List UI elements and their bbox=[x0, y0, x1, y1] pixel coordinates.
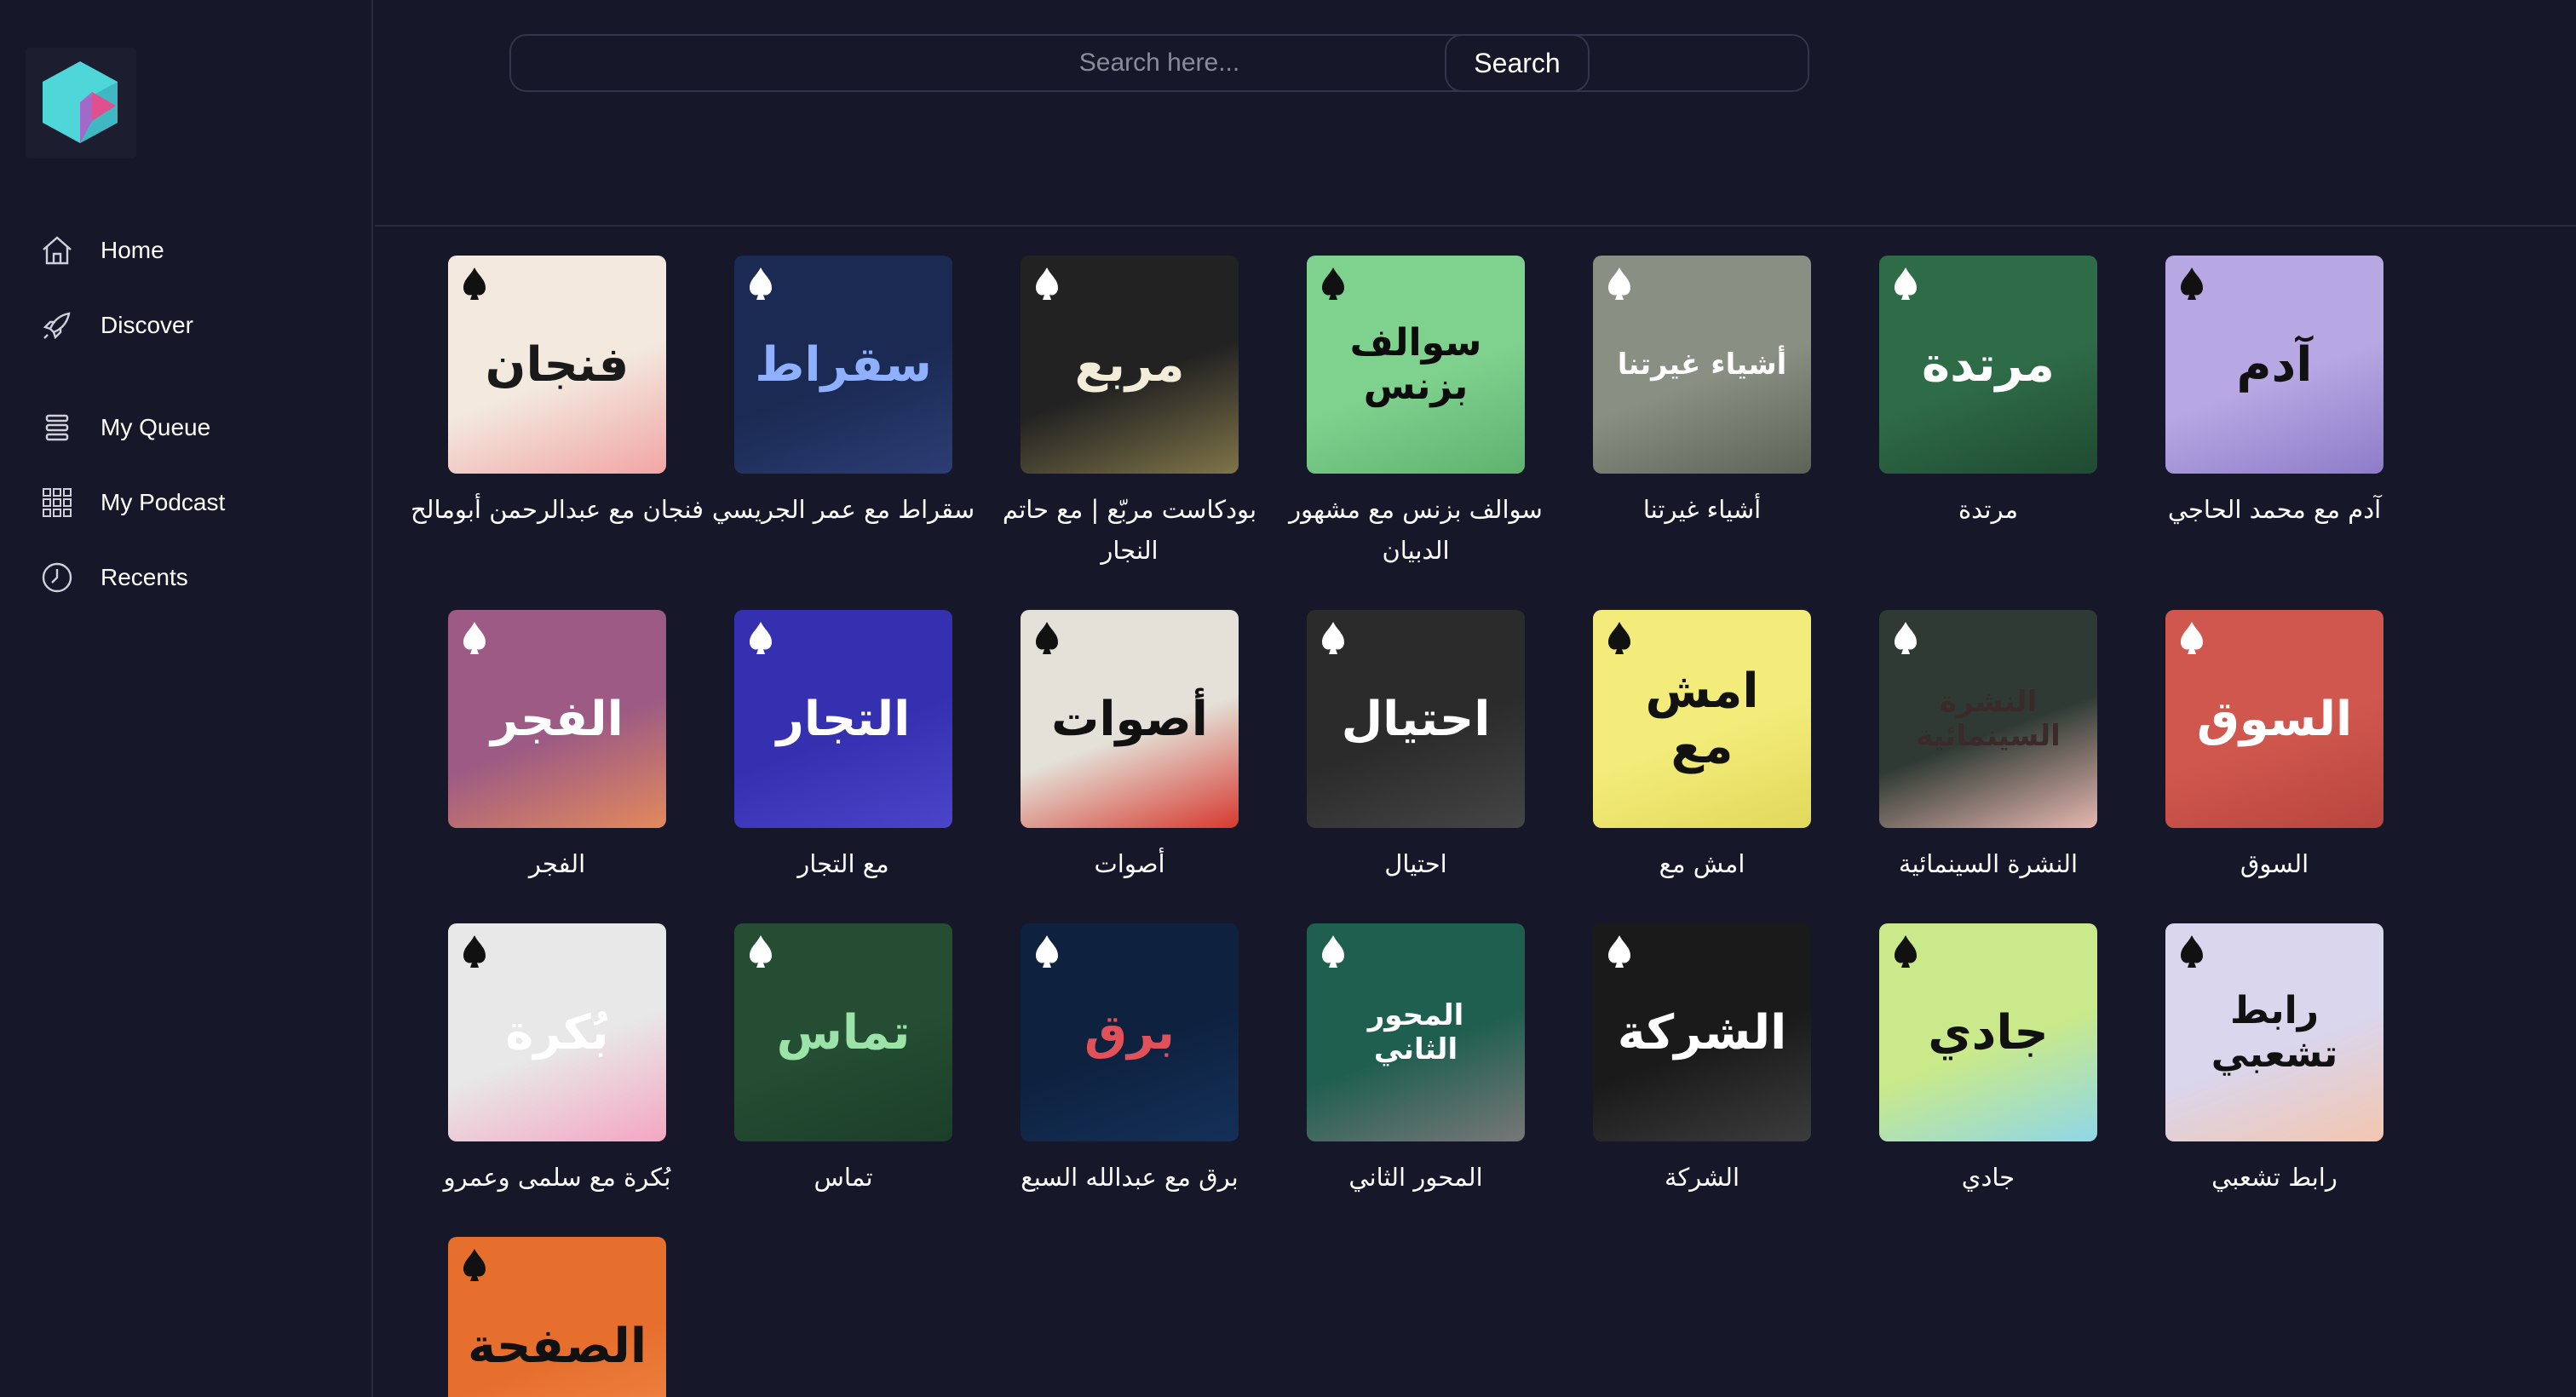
podcast-title[interactable]: برق مع عبدالله السبع bbox=[980, 1157, 1279, 1198]
podcast-title[interactable]: المحور الثاني bbox=[1266, 1157, 1566, 1198]
podcast-cover[interactable]: احتيال bbox=[1307, 610, 1525, 828]
podcast-badge-icon bbox=[1608, 935, 1630, 968]
podcast-title[interactable]: جادي bbox=[1838, 1157, 2138, 1198]
podcast-title[interactable]: احتيال bbox=[1266, 843, 1566, 884]
podcast-cover[interactable]: امش مع bbox=[1593, 610, 1811, 828]
podcast-badge-icon bbox=[750, 935, 772, 968]
podcast-cover[interactable]: جادي bbox=[1879, 923, 2097, 1141]
top-bar: Search bbox=[375, 0, 2576, 227]
podcast-title[interactable]: مع التجار bbox=[693, 843, 993, 884]
podcast-badge-icon bbox=[1322, 935, 1344, 968]
podcast-title[interactable]: أشياء غيرتنا bbox=[1552, 489, 1852, 530]
podcast-cover[interactable]: السوق bbox=[2165, 610, 2383, 828]
podcast-title[interactable]: أصوات bbox=[980, 843, 1279, 884]
podcast-badge-icon bbox=[1608, 267, 1630, 300]
search-button[interactable]: Search bbox=[1445, 34, 1590, 92]
podcast-cover[interactable]: الشركة bbox=[1593, 923, 1811, 1141]
podcast-badge-icon bbox=[1322, 267, 1344, 300]
podcast-badge-icon bbox=[1608, 622, 1630, 654]
podcast-title[interactable]: بودكاست مربّع | مع حاتم النجار bbox=[980, 489, 1279, 571]
podcast-badge-icon bbox=[750, 267, 772, 300]
podcast-title[interactable]: بُكرة مع سلمى وعمرو bbox=[407, 1157, 707, 1198]
podcast-title[interactable]: آدم مع محمد الحاجي bbox=[2125, 489, 2424, 530]
podcast-cover[interactable]: الفجر bbox=[448, 610, 666, 828]
podcast-badge-icon bbox=[750, 622, 772, 654]
podcast-cover[interactable]: مربع bbox=[1021, 256, 1239, 474]
podcast-cover[interactable]: الصفحة bbox=[448, 1237, 666, 1397]
podcast-title[interactable]: النشرة السينمائية bbox=[1838, 843, 2138, 884]
nav-my-queue-label: My Queue bbox=[101, 414, 211, 440]
podcast-badge-icon bbox=[463, 267, 486, 300]
podcast-badge-icon bbox=[2181, 935, 2203, 968]
podcast-badge-icon bbox=[463, 935, 486, 968]
podcast-cover[interactable]: أصوات bbox=[1021, 610, 1239, 828]
podcast-badge-icon bbox=[1895, 935, 1917, 968]
grid-icon bbox=[39, 485, 75, 520]
app-logo[interactable] bbox=[26, 48, 136, 158]
clock-icon bbox=[39, 560, 75, 595]
nav-home-label: Home bbox=[101, 237, 164, 263]
podcast-title[interactable]: امش مع bbox=[1552, 843, 1852, 884]
podcast-cover[interactable]: التجار bbox=[734, 610, 952, 828]
podcast-cover[interactable]: رابط تشعبي bbox=[2165, 923, 2383, 1141]
podcast-cover[interactable]: فنجان bbox=[448, 256, 666, 474]
podcast-title[interactable]: مرتدة bbox=[1838, 489, 2138, 530]
podcast-cover[interactable]: المحور الثاني bbox=[1307, 923, 1525, 1141]
search-input[interactable] bbox=[509, 34, 1809, 92]
podcast-badge-icon bbox=[1036, 935, 1058, 968]
podcast-title[interactable]: السوق bbox=[2125, 843, 2424, 884]
queue-icon bbox=[39, 410, 75, 446]
podcast-badge-icon bbox=[1895, 622, 1917, 654]
nav-my-podcast-label: My Podcast bbox=[101, 489, 226, 515]
hexagon-logo-icon bbox=[43, 61, 118, 143]
podcast-badge-icon bbox=[2181, 267, 2203, 300]
podcast-title[interactable]: الشركة bbox=[1552, 1157, 1852, 1198]
home-icon bbox=[39, 233, 75, 268]
podcast-cover[interactable]: النشرة السينمائية bbox=[1879, 610, 2097, 828]
podcast-title[interactable]: تماس bbox=[693, 1157, 993, 1198]
nav-discover[interactable]: Discover bbox=[39, 302, 346, 349]
nav-my-podcast[interactable]: My Podcast bbox=[39, 479, 346, 526]
nav-home[interactable]: Home bbox=[39, 227, 346, 274]
podcast-cover[interactable]: بُكرة bbox=[448, 923, 666, 1141]
podcast-badge-icon bbox=[2181, 622, 2203, 654]
podcast-badge-icon bbox=[463, 1249, 486, 1281]
podcast-cover[interactable]: أشياء غيرتنا bbox=[1593, 256, 1811, 474]
nav-recents[interactable]: Recents bbox=[39, 554, 346, 601]
rocket-icon bbox=[39, 308, 75, 343]
podcast-cover[interactable]: برق bbox=[1021, 923, 1239, 1141]
podcast-cover[interactable]: آدم bbox=[2165, 256, 2383, 474]
podcast-title[interactable]: سوالف بزنس مع مشهور الدبيان bbox=[1266, 489, 1566, 571]
podcast-title[interactable]: رابط تشعبي bbox=[2125, 1157, 2424, 1198]
podcast-cover[interactable]: تماس bbox=[734, 923, 952, 1141]
podcast-cover[interactable]: سقراط bbox=[734, 256, 952, 474]
podcast-badge-icon bbox=[463, 622, 486, 654]
podcast-cover[interactable]: مرتدة bbox=[1879, 256, 2097, 474]
podcast-title[interactable]: الفجر bbox=[407, 843, 707, 884]
podcast-grid: فنجان فنجان مع عبدالرحمن أبومالح سقراط سقرا… bbox=[375, 228, 2576, 1397]
podcast-cover[interactable]: سوالف بزنس bbox=[1307, 256, 1525, 474]
podcast-badge-icon bbox=[1036, 267, 1058, 300]
nav-recents-label: Recents bbox=[101, 564, 188, 590]
podcast-badge-icon bbox=[1036, 622, 1058, 654]
podcast-badge-icon bbox=[1322, 622, 1344, 654]
podcast-title[interactable]: سقراط مع عمر الجريسي bbox=[693, 489, 993, 530]
podcast-title[interactable]: فنجان مع عبدالرحمن أبومالح bbox=[407, 489, 707, 530]
nav-discover-label: Discover bbox=[101, 312, 193, 338]
nav-my-queue[interactable]: My Queue bbox=[39, 404, 346, 451]
sidebar: Home Discover My Queue My Podcast Recent… bbox=[0, 0, 373, 1397]
podcast-badge-icon bbox=[1895, 267, 1917, 300]
